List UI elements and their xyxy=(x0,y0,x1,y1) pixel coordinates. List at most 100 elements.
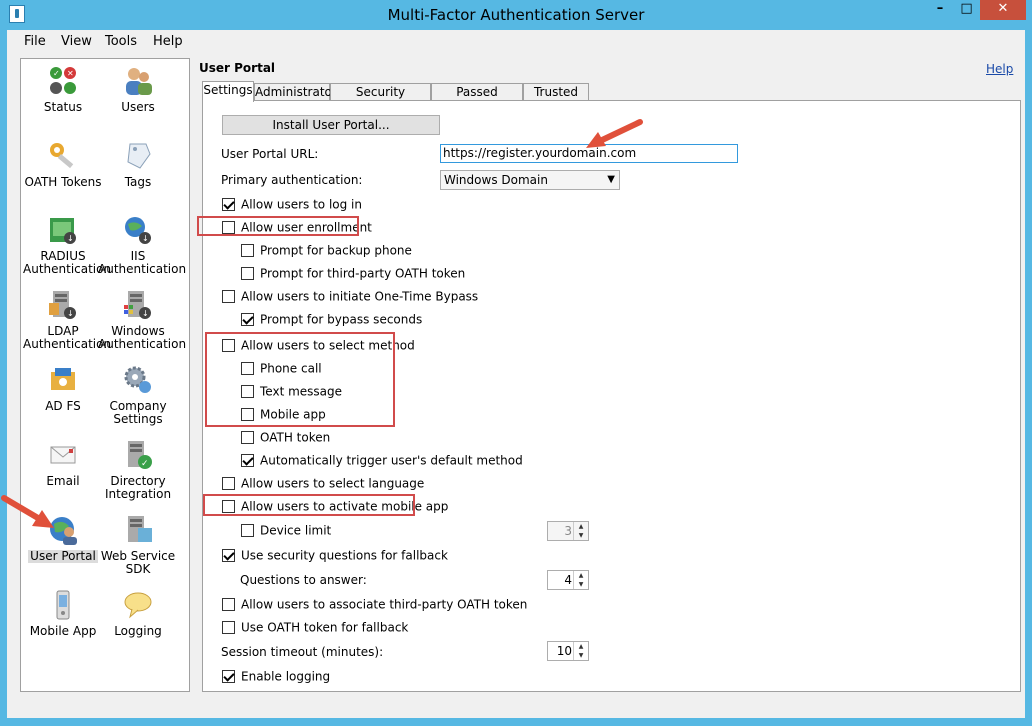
prompt-third-party-oath-checkbox[interactable]: Prompt for third-party OATH token xyxy=(241,266,465,281)
tab-security-questions[interactable]: Security Questions xyxy=(330,83,431,116)
sidebar-nav: ✓ ✕ Status Users OATH Tokens Tags ↓ RADI… xyxy=(20,58,190,692)
title-bar[interactable]: Multi-Factor Authentication Server – □ ✕ xyxy=(0,0,1032,30)
tab-passed-sessions[interactable]: Passed Sessions xyxy=(431,83,523,116)
sidebar-item-web-service-sdk[interactable]: Web Service SDK xyxy=(98,514,178,576)
sidebar-item-email[interactable]: Email xyxy=(23,439,103,488)
sidebar-item-directory-integration[interactable]: ✓ Directory Integration xyxy=(98,439,178,501)
auto-trigger-default-method-checkbox[interactable]: Automatically trigger user's default met… xyxy=(241,453,523,468)
menu-file[interactable]: File xyxy=(24,34,46,49)
associate-third-party-oath-checkbox[interactable]: Allow users to associate third-party OAT… xyxy=(222,597,527,612)
device-limit-stepper[interactable]: 3 ▲ ▼ xyxy=(547,521,589,541)
sidebar-item-logging[interactable]: Logging xyxy=(98,589,178,638)
checkbox-box[interactable] xyxy=(222,670,235,683)
checkbox-box[interactable] xyxy=(222,221,235,234)
checkbox-box[interactable] xyxy=(241,244,254,257)
allow-select-language-checkbox[interactable]: Allow users to select language xyxy=(222,476,424,491)
install-user-portal-button[interactable]: Install User Portal... xyxy=(222,115,440,135)
checkbox-box[interactable] xyxy=(222,621,235,634)
checkbox-box[interactable] xyxy=(241,431,254,444)
maximize-button[interactable]: □ xyxy=(953,0,980,20)
tags-icon xyxy=(122,140,154,172)
sidebar-item-label: Tags xyxy=(124,175,152,189)
menu-help[interactable]: Help xyxy=(153,34,183,49)
questions-to-answer-stepper[interactable]: 4 ▲ ▼ xyxy=(547,570,589,590)
checkbox-box[interactable] xyxy=(222,290,235,303)
checkbox-box[interactable] xyxy=(222,339,235,352)
sidebar-item-ldap-authentication[interactable]: ↓ LDAP Authentication xyxy=(23,289,111,351)
checkbox-label: Allow user enrollment xyxy=(241,220,372,235)
menu-bar: File View Tools Help xyxy=(7,30,1025,52)
checkbox-label: Text message xyxy=(260,384,343,399)
spinner-arrows-icon[interactable]: ▲ ▼ xyxy=(573,642,588,660)
allow-user-enrollment-checkbox[interactable]: Allow user enrollment xyxy=(222,220,372,235)
allow-login-checkbox[interactable]: Allow users to log in xyxy=(222,197,362,212)
close-button[interactable]: ✕ xyxy=(980,0,1026,20)
company-settings-icon xyxy=(122,364,154,396)
prompt-backup-phone-checkbox[interactable]: Prompt for backup phone xyxy=(241,243,412,258)
checkbox-label: Mobile app xyxy=(260,407,326,422)
window-title: Multi-Factor Authentication Server xyxy=(387,6,645,24)
text-message-checkbox[interactable]: Text message xyxy=(241,384,342,399)
device-limit-checkbox[interactable]: Device limit xyxy=(241,523,331,538)
status-icon: ✓ ✕ xyxy=(47,65,79,97)
prompt-bypass-seconds-checkbox[interactable]: Prompt for bypass seconds xyxy=(241,312,422,327)
checkbox-box[interactable] xyxy=(241,524,254,537)
primary-authentication-select[interactable]: Windows Domain ▼ xyxy=(440,170,620,190)
sidebar-item-ad-fs[interactable]: AD FS xyxy=(23,364,103,413)
sidebar-item-status[interactable]: ✓ ✕ Status xyxy=(23,65,103,114)
checkbox-box[interactable] xyxy=(241,362,254,375)
oath-token-checkbox[interactable]: OATH token xyxy=(241,430,330,445)
web-service-sdk-icon xyxy=(122,514,154,546)
directory-integration-icon: ✓ xyxy=(122,439,154,471)
spinner-arrows-icon[interactable]: ▲ ▼ xyxy=(573,571,588,589)
session-timeout-stepper[interactable]: 10 ▲ ▼ xyxy=(547,641,589,661)
sidebar-item-windows-authentication[interactable]: ↓ Windows Authentication xyxy=(98,289,186,351)
svg-text:↓: ↓ xyxy=(142,234,149,243)
tab-trusted-ips[interactable]: Trusted IPs xyxy=(523,83,589,116)
minimize-button[interactable]: – xyxy=(927,0,953,20)
phone-call-checkbox[interactable]: Phone call xyxy=(241,361,322,376)
checkbox-box[interactable] xyxy=(222,549,235,562)
menu-tools[interactable]: Tools xyxy=(105,34,137,49)
users-icon xyxy=(122,65,154,97)
mobile-app-icon xyxy=(47,589,79,621)
checkbox-box[interactable] xyxy=(241,408,254,421)
help-link[interactable]: Help xyxy=(986,62,1013,76)
checkbox-label: Allow users to activate mobile app xyxy=(241,499,449,514)
sidebar-item-company-settings[interactable]: Company Settings xyxy=(98,364,178,426)
svg-text:↓: ↓ xyxy=(67,234,74,243)
checkbox-label: Use OATH token for fallback xyxy=(241,620,409,635)
questions-to-answer-value: 4 xyxy=(564,573,572,587)
checkbox-box[interactable] xyxy=(222,500,235,513)
checkbox-box[interactable] xyxy=(222,198,235,211)
tab-administrators[interactable]: Administrators xyxy=(254,83,343,101)
mobile-app-checkbox[interactable]: Mobile app xyxy=(241,407,326,422)
checkbox-box[interactable] xyxy=(222,477,235,490)
annotation-arrow-url xyxy=(586,119,643,148)
allow-one-time-bypass-checkbox[interactable]: Allow users to initiate One-Time Bypass xyxy=(222,289,478,304)
spinner-arrows-icon[interactable]: ▲ ▼ xyxy=(573,522,588,540)
sidebar-item-mobile-app[interactable]: Mobile App xyxy=(23,589,103,638)
security-questions-fallback-checkbox[interactable]: Use security questions for fallback xyxy=(222,548,448,563)
checkbox-box[interactable] xyxy=(241,454,254,467)
checkbox-label: Prompt for bypass seconds xyxy=(260,312,423,327)
oath-token-fallback-checkbox[interactable]: Use OATH token for fallback xyxy=(222,620,408,635)
checkbox-box[interactable] xyxy=(241,313,254,326)
sidebar-item-tags[interactable]: Tags xyxy=(98,140,178,189)
sidebar-item-iis-authentication[interactable]: ↓ IIS Authentication xyxy=(98,214,186,276)
allow-select-method-checkbox[interactable]: Allow users to select method xyxy=(222,338,415,353)
tab-settings[interactable]: Settings xyxy=(202,81,254,102)
svg-text:✕: ✕ xyxy=(67,69,74,78)
checkbox-box[interactable] xyxy=(241,267,254,280)
sidebar-item-oath-tokens[interactable]: OATH Tokens xyxy=(23,140,103,189)
sidebar-item-radius-authentication[interactable]: ↓ RADIUS Authentication xyxy=(23,214,111,276)
checkbox-box[interactable] xyxy=(222,598,235,611)
allow-activate-mobile-app-checkbox[interactable]: Allow users to activate mobile app xyxy=(222,499,448,514)
logging-icon xyxy=(122,589,154,621)
checkbox-box[interactable] xyxy=(241,385,254,398)
primary-authentication-value: Windows Domain xyxy=(444,173,548,187)
sidebar-item-users[interactable]: Users xyxy=(98,65,178,114)
enable-logging-checkbox[interactable]: Enable logging xyxy=(222,669,330,684)
menu-view[interactable]: View xyxy=(61,34,92,49)
checkbox-label: Allow users to select method xyxy=(241,338,415,353)
